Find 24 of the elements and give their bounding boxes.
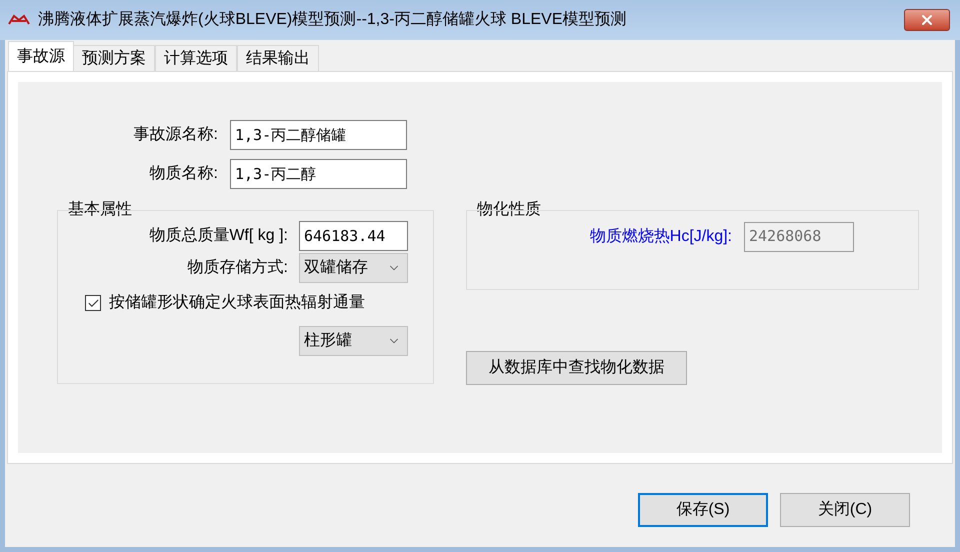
- check-icon: [86, 296, 100, 310]
- text-field[interactable]: 646183.44: [299, 221, 408, 251]
- tab[interactable]: 计算选项: [155, 45, 237, 71]
- tab[interactable]: 结果输出: [237, 45, 319, 71]
- checkbox[interactable]: [85, 295, 101, 311]
- dropdown[interactable]: 柱形罐: [299, 326, 408, 356]
- lookup-button[interactable]: 从数据库中查找物化数据: [466, 351, 687, 385]
- field-label: 物质名称:: [148, 164, 218, 184]
- field-label: 事故源名称:: [132, 124, 218, 145]
- text-field[interactable]: 1,3-丙二醇储罐: [230, 120, 407, 150]
- field-label: 物质燃烧热Hc[J/kg]:: [588, 226, 732, 246]
- dropdown[interactable]: 双罐储存: [299, 253, 408, 283]
- window-title: 沸腾液体扩展蒸汽爆炸(火球BLEVE)模型预测--1,3-丙二醇储罐火球 BLEVE模型预测: [38, 10, 628, 30]
- close-icon: [919, 12, 935, 28]
- dialog-button[interactable]: 关闭(C): [780, 493, 910, 527]
- tab[interactable]: 预测方案: [73, 45, 155, 71]
- text-field[interactable]: 1,3-丙二醇: [230, 159, 407, 189]
- checkbox-label: 按储罐形状确定火球表面热辐射通量: [109, 292, 365, 313]
- tab[interactable]: 事故源: [8, 41, 74, 71]
- logo-icon: [8, 14, 30, 26]
- close-button[interactable]: [904, 9, 950, 31]
- field-label: 物质存储方式:: [186, 258, 288, 278]
- dialog-button[interactable]: 保存(S): [638, 493, 768, 527]
- field-label: 物质总质量Wf[ kg ]:: [148, 226, 288, 246]
